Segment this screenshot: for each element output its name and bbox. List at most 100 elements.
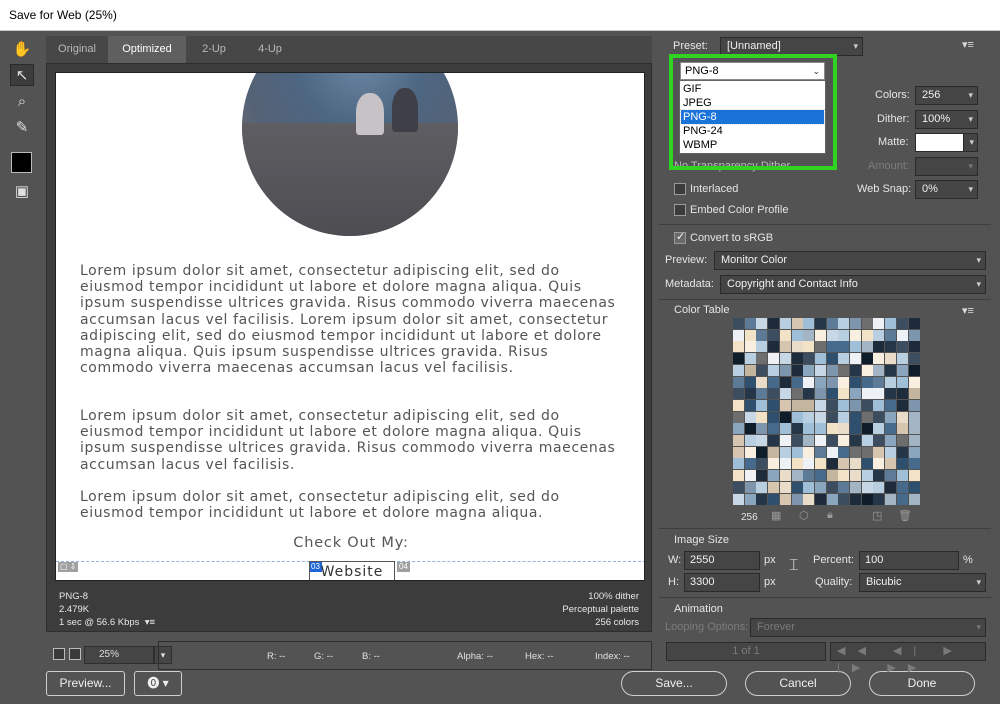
color-swatch[interactable] (908, 446, 920, 458)
color-swatch[interactable] (803, 329, 815, 341)
color-swatch[interactable] (908, 411, 920, 423)
color-swatch[interactable] (768, 446, 780, 458)
color-swatch[interactable] (791, 481, 803, 493)
color-swatch[interactable] (733, 435, 744, 446)
color-swatch[interactable] (803, 446, 815, 458)
color-swatch[interactable] (896, 388, 908, 400)
color-swatch[interactable] (861, 411, 873, 423)
color-swatch[interactable] (791, 329, 803, 341)
color-swatch[interactable] (744, 423, 756, 435)
tab-2-up[interactable]: 2-Up (186, 36, 242, 63)
slice-select-tool-icon[interactable]: ↖ (10, 64, 34, 86)
color-swatch[interactable] (873, 435, 885, 446)
color-swatch[interactable] (861, 329, 873, 341)
color-swatch[interactable] (885, 446, 897, 458)
color-swatch[interactable] (896, 411, 908, 423)
color-swatch[interactable] (861, 435, 873, 446)
color-swatch[interactable] (814, 329, 826, 341)
color-swatch[interactable] (779, 388, 791, 400)
color-swatch[interactable] (803, 481, 815, 493)
zoom-tool-icon[interactable]: ⌕ (10, 90, 34, 112)
color-swatch[interactable] (873, 446, 885, 458)
color-swatch[interactable] (838, 353, 850, 365)
color-swatch[interactable] (756, 388, 768, 400)
color-swatch[interactable] (768, 470, 780, 482)
cube-icon[interactable]: ⬡ (799, 509, 809, 522)
color-swatch[interactable] (803, 341, 815, 353)
color-swatch[interactable] (826, 411, 838, 423)
eyedropper-color-swatch[interactable] (11, 152, 32, 173)
interlaced-checkbox[interactable] (674, 183, 686, 195)
matte-color-swatch[interactable] (915, 133, 964, 152)
lock-icon[interactable]: 🔒︎ (827, 509, 833, 522)
color-swatch[interactable] (838, 388, 850, 400)
color-swatch[interactable] (861, 493, 873, 505)
color-swatch[interactable] (826, 458, 838, 470)
color-swatch[interactable] (885, 411, 897, 423)
format-option-wbmp[interactable]: WBMP (681, 138, 824, 152)
color-swatch[interactable] (733, 364, 744, 376)
color-swatch[interactable] (861, 399, 873, 411)
color-swatch[interactable] (861, 481, 873, 493)
color-swatch[interactable] (850, 435, 861, 446)
color-swatch[interactable] (744, 446, 756, 458)
color-swatch[interactable] (850, 388, 861, 400)
color-swatch[interactable] (744, 399, 756, 411)
color-swatch[interactable] (768, 364, 780, 376)
color-swatch[interactable] (908, 493, 920, 505)
color-swatch[interactable] (896, 470, 908, 482)
color-swatch[interactable] (873, 376, 885, 388)
color-swatch[interactable] (791, 353, 803, 365)
color-swatch[interactable] (885, 376, 897, 388)
color-swatch[interactable] (779, 411, 791, 423)
zoom-out-checkbox[interactable] (53, 648, 65, 660)
color-swatch[interactable] (850, 353, 861, 365)
color-swatch[interactable] (768, 493, 780, 505)
color-swatch[interactable] (779, 329, 791, 341)
color-swatch[interactable] (791, 341, 803, 353)
color-swatch[interactable] (814, 411, 826, 423)
color-swatch[interactable] (908, 399, 920, 411)
color-swatch[interactable] (733, 353, 744, 365)
color-swatch[interactable] (744, 481, 756, 493)
color-swatch[interactable] (768, 481, 780, 493)
color-swatch[interactable] (779, 364, 791, 376)
color-swatch[interactable] (744, 329, 756, 341)
color-swatch[interactable] (733, 341, 744, 353)
color-swatch[interactable] (791, 458, 803, 470)
color-swatch[interactable] (756, 318, 768, 329)
color-swatch[interactable] (768, 388, 780, 400)
color-swatch[interactable] (744, 341, 756, 353)
color-swatch[interactable] (873, 423, 885, 435)
color-swatch[interactable] (791, 399, 803, 411)
color-table-menu-icon[interactable]: ▾≡ (962, 304, 974, 317)
color-swatch[interactable] (885, 423, 897, 435)
color-swatch[interactable] (779, 470, 791, 482)
color-swatch[interactable] (896, 364, 908, 376)
color-swatch[interactable] (826, 364, 838, 376)
color-swatch[interactable] (803, 493, 815, 505)
color-swatch[interactable] (779, 435, 791, 446)
color-swatch[interactable] (779, 481, 791, 493)
color-swatch[interactable] (873, 458, 885, 470)
color-swatch[interactable] (744, 364, 756, 376)
color-swatch[interactable] (756, 411, 768, 423)
color-swatch[interactable] (885, 341, 897, 353)
color-swatch[interactable] (791, 493, 803, 505)
color-swatch[interactable] (814, 341, 826, 353)
color-swatch[interactable] (850, 458, 861, 470)
color-swatch[interactable] (861, 341, 873, 353)
color-swatch[interactable] (850, 446, 861, 458)
color-swatch[interactable] (896, 399, 908, 411)
color-swatch[interactable] (873, 364, 885, 376)
color-swatch[interactable] (850, 470, 861, 482)
tab-4-up[interactable]: 4-Up (242, 36, 298, 63)
slice-marker-right[interactable]: 04 (397, 562, 410, 572)
color-swatch[interactable] (756, 446, 768, 458)
color-swatch[interactable] (885, 318, 897, 329)
tab-optimized[interactable]: Optimized (108, 36, 186, 63)
color-swatch[interactable] (861, 318, 873, 329)
zoom-in-checkbox[interactable] (69, 648, 81, 660)
color-swatch[interactable] (803, 364, 815, 376)
color-swatch[interactable] (838, 329, 850, 341)
